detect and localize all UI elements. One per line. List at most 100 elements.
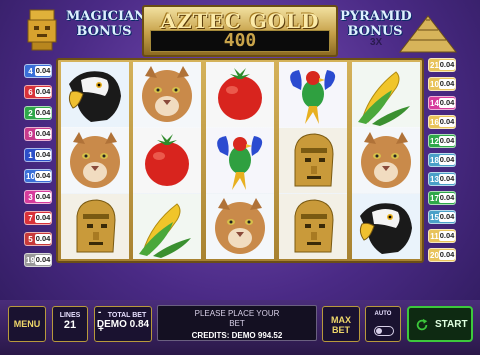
aztec-mask-symbol-icon: [279, 128, 347, 193]
menu-button[interactable]: MENU: [8, 306, 46, 342]
payline-badge: 9 0.04: [24, 127, 52, 141]
payline-value: 0.04: [439, 212, 455, 222]
reel-1-row-2: [61, 128, 129, 193]
reel-2-row-2: [133, 128, 201, 193]
reel-2-row-3: [133, 194, 201, 259]
payline-badge: 10 0.04: [24, 169, 52, 183]
payline-value: 0.04: [35, 234, 51, 244]
payline-value: 0.04: [439, 250, 455, 260]
puma-symbol-icon: [352, 128, 420, 193]
payline-value: 0.04: [439, 174, 455, 184]
start-button[interactable]: START: [407, 306, 473, 342]
puma-symbol-icon: [206, 194, 274, 259]
payline-value: 0.04: [35, 171, 51, 181]
parrot-symbol-icon: [279, 62, 347, 127]
toggle-switch-icon: [374, 326, 394, 336]
reel-4-row-2: [279, 128, 347, 193]
payline-value: 0.04: [439, 117, 455, 127]
payline-value: 0.04: [439, 155, 455, 165]
payline-badge: 5 0.04: [24, 232, 52, 246]
payline-value: 0.04: [35, 255, 51, 265]
payline-badge: 17 0.04: [428, 191, 456, 205]
menu-label: MENU: [13, 319, 41, 329]
pyramid-icon: [398, 15, 458, 53]
payline-badge: 1 0.04: [24, 148, 52, 162]
max-bet-line1: MAX: [331, 315, 351, 325]
payline-value: 0.04: [439, 60, 455, 70]
reel-2: [133, 62, 201, 259]
message-panel: PLEASE PLACE YOUR BET CREDITS: DEMO 994.…: [157, 305, 317, 341]
eagle-symbol-icon: [61, 62, 129, 127]
bet-increase-button[interactable]: +: [98, 324, 108, 336]
payline-badge: 16 0.04: [428, 115, 456, 129]
reel-4-row-3: [279, 194, 347, 259]
puma-symbol-icon: [61, 128, 129, 193]
payline-value: 0.04: [439, 193, 455, 203]
payline-badge: 7 0.04: [24, 211, 52, 225]
reel-3: [206, 62, 274, 259]
payline-badge: 20 0.04: [428, 248, 456, 262]
payline-badge: 18 0.04: [428, 153, 456, 167]
reel-1-row-3: [61, 194, 129, 259]
payline-badge: 19 0.04: [24, 253, 52, 267]
auto-label: AUTO: [374, 311, 392, 317]
golden-idol-icon: [27, 9, 57, 51]
start-label: START: [435, 319, 468, 330]
reel-1-row-1: [61, 62, 129, 127]
reel-1: [61, 62, 129, 259]
tomato-symbol-icon: [133, 128, 201, 193]
reel-5: [352, 62, 420, 259]
reel-5-row-3: [352, 194, 420, 259]
magician-bonus-line2: BONUS: [76, 24, 132, 39]
lines-label: LINES: [59, 312, 81, 319]
payline-badge: 21 0.04: [428, 58, 456, 72]
lines-button[interactable]: LINES 21: [52, 306, 88, 342]
max-bet-button[interactable]: MAX BET: [322, 306, 360, 342]
aztec-mask-symbol-icon: [279, 194, 347, 259]
reel-5-row-1: [352, 62, 420, 127]
payline-badge: 13 0.04: [428, 172, 456, 186]
payline-value: 0.04: [35, 129, 51, 139]
lines-value: 21: [63, 319, 77, 331]
payline-badge: 12 0.04: [428, 134, 456, 148]
payline-badge: 4 0.04: [24, 64, 52, 78]
payline-value: 0.04: [35, 150, 51, 160]
credits-display: CREDITS: DEMO 994.52: [191, 331, 283, 340]
payline-badge: 11 0.04: [428, 229, 456, 243]
toggle-knob: [376, 328, 382, 334]
reel-3-row-1: [206, 62, 274, 127]
payline-badge: 10 0.04: [428, 77, 456, 91]
payline-badge: 2 0.04: [24, 106, 52, 120]
parrot-symbol-icon: [206, 128, 274, 193]
message-line-2: BET: [229, 319, 245, 328]
payline-value: 0.04: [439, 79, 455, 89]
magician-bonus-line1: MAGICIAN: [66, 9, 147, 24]
reel-5-row-2: [352, 128, 420, 193]
payline-value: 0.04: [35, 192, 51, 202]
refresh-icon: [416, 318, 428, 331]
reel-2-row-1: [133, 62, 201, 127]
payline-badge: 3 0.04: [24, 190, 52, 204]
puma-symbol-icon: [133, 62, 201, 127]
max-bet-line2: BET: [332, 325, 350, 335]
payline-value: 0.04: [439, 98, 455, 108]
reel-4-row-1: [279, 62, 347, 127]
payline-value: 0.04: [439, 231, 455, 241]
magician-bonus-label: MAGICIAN BONUS: [66, 9, 147, 39]
aztec-mask-symbol-icon: [61, 194, 129, 259]
payline-badge: 14 0.04: [428, 96, 456, 110]
message-line-1: PLEASE PLACE YOUR: [194, 309, 280, 318]
bet-decrease-button[interactable]: -: [98, 307, 108, 319]
payline-value: 0.04: [35, 108, 51, 118]
win-display: 400: [150, 30, 330, 52]
reel-3-row-2: [206, 128, 274, 193]
pyramid-multiplier: 3X: [370, 37, 383, 48]
corn-symbol-icon: [133, 194, 201, 259]
autoplay-toggle[interactable]: AUTO: [365, 306, 401, 342]
reel-3-row-3: [206, 194, 274, 259]
tomato-symbol-icon: [206, 62, 274, 127]
payline-value: 0.04: [439, 136, 455, 146]
payline-badge: 6 0.04: [24, 85, 52, 99]
eagle-symbol-icon: [352, 194, 420, 259]
reels-frame: [56, 58, 424, 263]
